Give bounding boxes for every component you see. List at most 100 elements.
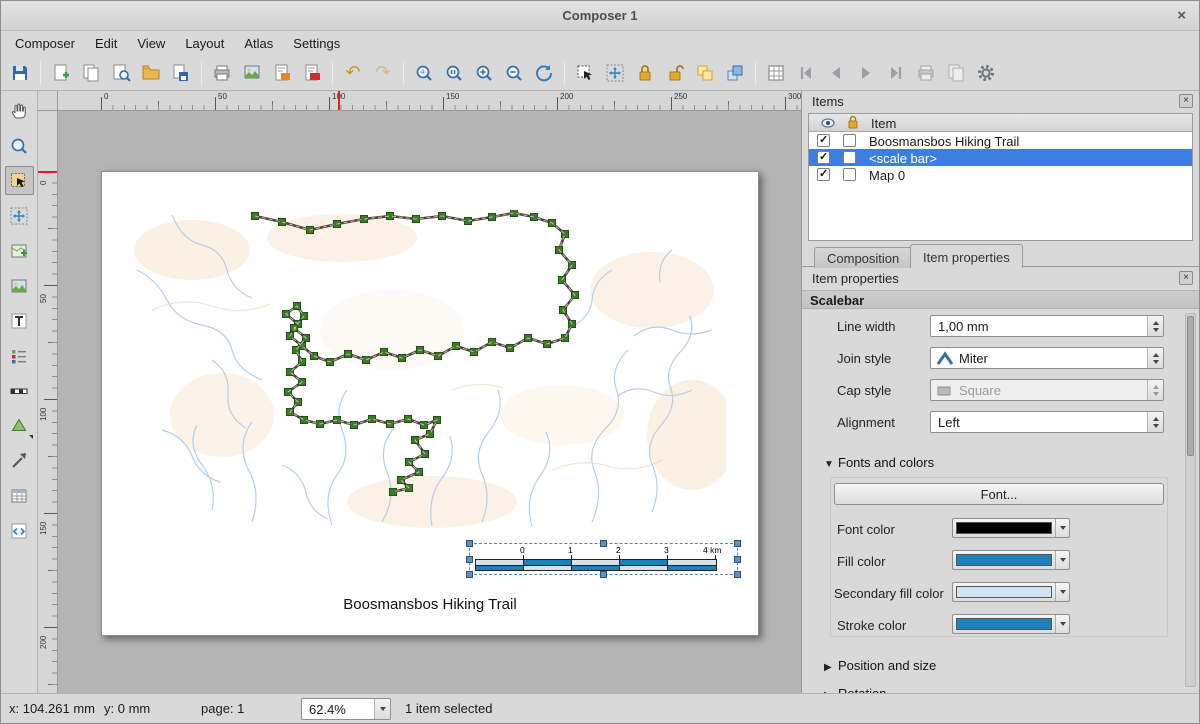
unlock-all-button[interactable] — [660, 58, 690, 88]
atlas-settings-button[interactable] — [971, 58, 1001, 88]
menu-layout[interactable]: Layout — [175, 33, 234, 54]
add-scalebar-tool-button[interactable] — [5, 376, 34, 405]
zoom-actual-button[interactable] — [439, 58, 469, 88]
add-map-tool-button[interactable] — [5, 236, 34, 265]
lock-checkbox[interactable] — [843, 151, 856, 164]
lock-checkbox[interactable] — [843, 134, 856, 147]
move-item-content-tool-button[interactable] — [5, 201, 34, 230]
undo-button[interactable]: ↶ — [338, 58, 368, 88]
spinner-arrows-icon[interactable] — [1147, 316, 1163, 336]
map-item[interactable] — [132, 210, 726, 528]
add-label-tool-button[interactable] — [5, 306, 34, 335]
menu-atlas[interactable]: Atlas — [234, 33, 283, 54]
atlas-last-button[interactable] — [881, 58, 911, 88]
fonts-colors-group-header[interactable]: ▼Fonts and colors — [824, 455, 934, 470]
atlas-previous-button[interactable] — [821, 58, 851, 88]
selection-handle[interactable] — [466, 556, 473, 563]
duplicate-composition-button[interactable] — [76, 58, 106, 88]
combo-arrows-icon[interactable] — [1147, 348, 1163, 368]
save-project-button[interactable] — [5, 58, 35, 88]
select-move-item-tool-button[interactable] — [5, 166, 34, 195]
selection-handle[interactable] — [600, 540, 607, 547]
zoom-out-button[interactable] — [499, 58, 529, 88]
menu-view[interactable]: View — [127, 33, 175, 54]
menu-edit[interactable]: Edit — [85, 33, 127, 54]
titlebar[interactable]: Composer 1 × — [1, 1, 1199, 31]
zoom-in-button[interactable] — [469, 58, 499, 88]
join-style-select[interactable]: Miter — [930, 347, 1164, 369]
item-row-scalebar[interactable]: <scale bar> — [809, 149, 1192, 166]
zoom-dropdown-arrow-icon[interactable] — [374, 699, 390, 719]
export-image-button[interactable] — [237, 58, 267, 88]
color-dropdown-arrow-icon[interactable] — [1055, 519, 1069, 537]
color-dropdown-arrow-icon[interactable] — [1055, 583, 1069, 601]
item-row-map0[interactable]: Map 0 — [809, 166, 1192, 183]
visibility-checkbox[interactable] — [817, 134, 830, 147]
visibility-checkbox[interactable] — [817, 151, 830, 164]
selection-handle[interactable] — [466, 571, 473, 578]
scrollbar-thumb[interactable] — [1187, 316, 1194, 456]
selection-handle[interactable] — [600, 571, 607, 578]
secondary-fill-color-button[interactable] — [952, 582, 1070, 602]
composition-page[interactable]: 0 1 2 3 4 km — [101, 171, 759, 636]
refresh-view-button[interactable] — [529, 58, 559, 88]
stroke-color-button[interactable] — [952, 614, 1070, 634]
add-attribute-table-tool-button[interactable] — [5, 481, 34, 510]
item-row-hiking-trail[interactable]: Boosmansbos Hiking Trail — [809, 132, 1192, 149]
color-dropdown-arrow-icon[interactable] — [1055, 615, 1069, 633]
window-close-icon[interactable]: × — [1177, 1, 1186, 31]
color-dropdown-arrow-icon[interactable] — [1055, 551, 1069, 569]
atlas-preview-button[interactable] — [761, 58, 791, 88]
add-html-frame-tool-button[interactable] — [5, 516, 34, 545]
position-size-group-header[interactable]: ▶Position and size — [824, 658, 936, 673]
visibility-checkbox[interactable] — [817, 168, 830, 181]
zoom-level-combo[interactable]: 62.4% — [301, 698, 391, 720]
load-template-button[interactable] — [136, 58, 166, 88]
selection-handle[interactable] — [734, 540, 741, 547]
move-item-content-button[interactable] — [600, 58, 630, 88]
add-legend-tool-button[interactable] — [5, 341, 34, 370]
composition-canvas[interactable]: 0 1 2 3 4 km — [58, 111, 801, 693]
new-composition-button[interactable] — [46, 58, 76, 88]
menu-settings[interactable]: Settings — [283, 33, 350, 54]
add-shape-tool-button[interactable] — [5, 411, 34, 440]
lock-items-button[interactable] — [630, 58, 660, 88]
selection-handle[interactable] — [734, 556, 741, 563]
scalebar-item[interactable]: 0 1 2 3 4 km — [469, 543, 738, 575]
zoom-full-button[interactable] — [409, 58, 439, 88]
print-button[interactable] — [207, 58, 237, 88]
alignment-select[interactable]: Left — [930, 411, 1164, 433]
font-color-button[interactable] — [952, 518, 1070, 538]
refresh-icon — [534, 63, 554, 83]
selection-handle[interactable] — [466, 540, 473, 547]
items-panel-close-icon[interactable]: × — [1179, 94, 1193, 108]
group-items-button[interactable] — [690, 58, 720, 88]
zoom-tool-button[interactable] — [5, 131, 34, 160]
select-move-item-button[interactable] — [570, 58, 600, 88]
item-properties-close-icon[interactable]: × — [1179, 271, 1193, 285]
print-atlas-button[interactable] — [911, 58, 941, 88]
menu-composer[interactable]: Composer — [5, 33, 85, 54]
export-atlas-button[interactable] — [941, 58, 971, 88]
font-button[interactable]: Font... — [834, 483, 1164, 505]
lock-checkbox[interactable] — [843, 168, 856, 181]
atlas-first-button[interactable] — [791, 58, 821, 88]
atlas-next-button[interactable] — [851, 58, 881, 88]
add-arrow-tool-button[interactable] — [5, 446, 34, 475]
map-title-item[interactable]: Boosmansbos Hiking Trail — [102, 596, 758, 613]
tab-composition[interactable]: Composition — [814, 247, 912, 268]
redo-button[interactable]: ↷ — [368, 58, 398, 88]
selection-handle[interactable] — [734, 571, 741, 578]
tab-item-properties[interactable]: Item properties — [910, 244, 1023, 268]
raise-items-button[interactable] — [720, 58, 750, 88]
export-pdf-button[interactable] — [297, 58, 327, 88]
save-template-button[interactable] — [166, 58, 196, 88]
add-image-tool-button[interactable] — [5, 271, 34, 300]
combo-arrows-icon[interactable] — [1147, 412, 1163, 432]
export-svg-button[interactable] — [267, 58, 297, 88]
fill-color-button[interactable] — [952, 550, 1070, 570]
line-width-spinner[interactable]: 1,00 mm — [930, 315, 1164, 337]
properties-scrollbar[interactable] — [1185, 313, 1196, 687]
pan-tool-button[interactable] — [5, 96, 34, 125]
composer-manager-button[interactable] — [106, 58, 136, 88]
